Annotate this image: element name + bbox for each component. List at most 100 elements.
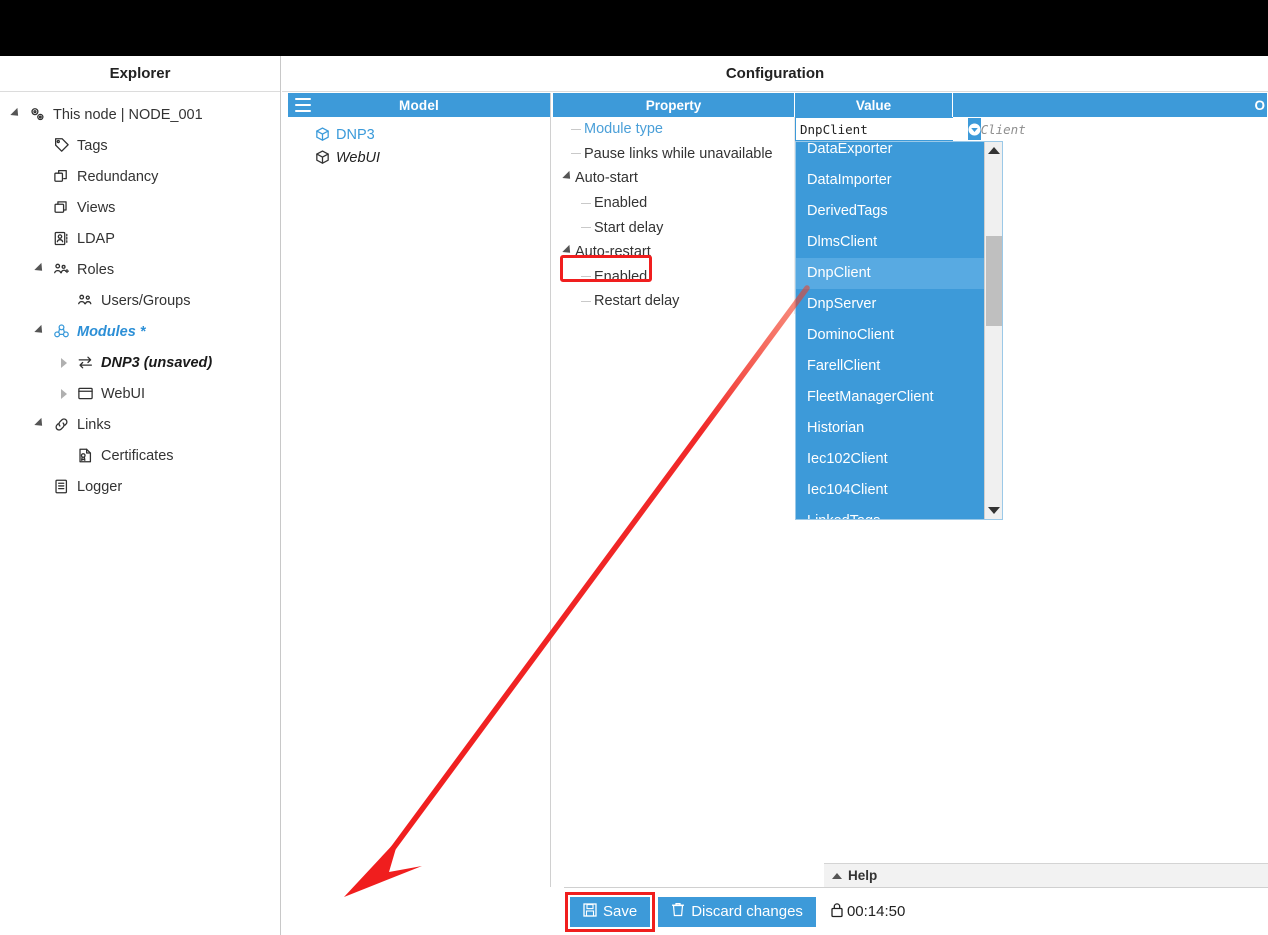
property-cell[interactable]: Enabled bbox=[553, 264, 795, 290]
explorer-item-ldap[interactable]: LDAP bbox=[0, 223, 280, 254]
dropdown-option-linkedtags[interactable]: LinkedTags bbox=[796, 506, 984, 519]
dropdown-option-dnpserver[interactable]: DnpServer bbox=[796, 289, 984, 320]
collapse-twisty-icon[interactable] bbox=[561, 173, 575, 183]
collapse-twisty-icon[interactable] bbox=[32, 265, 48, 275]
explorer-item-tags[interactable]: Tags bbox=[0, 130, 280, 161]
explorer-item-label: This node | NODE_001 bbox=[53, 106, 203, 123]
configuration-title: Configuration bbox=[282, 56, 1268, 92]
dropdown-option-dlmsclient[interactable]: DlmsClient bbox=[796, 227, 984, 258]
explorer-item-roles[interactable]: Roles bbox=[0, 254, 280, 285]
module-type-value-editor[interactable] bbox=[795, 117, 981, 141]
explorer-item-label: WebUI bbox=[101, 385, 146, 402]
tree-connector bbox=[571, 153, 581, 155]
expand-twisty-icon[interactable] bbox=[56, 358, 72, 368]
collapse-twisty-icon[interactable] bbox=[32, 327, 48, 337]
configuration-panes: Model DNP3 WebUI Property Value O Module … bbox=[282, 93, 1268, 887]
explorer-item-label: Redundancy bbox=[77, 168, 159, 185]
lock-timer-value: 00:14:50 bbox=[846, 903, 906, 920]
explorer-item-dnp3-unsaved[interactable]: DNP3 (unsaved) bbox=[0, 347, 280, 378]
model-item-webui[interactable]: WebUI bbox=[288, 146, 550, 169]
save-disk-icon bbox=[583, 902, 597, 921]
chevron-down-icon[interactable] bbox=[968, 118, 981, 140]
explorer-item-modules[interactable]: Modules * bbox=[0, 316, 280, 347]
dropdown-option-dnpclient[interactable]: DnpClient bbox=[796, 258, 984, 289]
property-label: Start delay bbox=[594, 219, 664, 236]
gears-icon bbox=[24, 106, 50, 123]
model-pane: Model DNP3 WebUI bbox=[288, 93, 551, 887]
scrollbar-thumb[interactable] bbox=[986, 236, 1002, 326]
explorer-item-label: Modules * bbox=[77, 323, 146, 340]
model-item-dnp3[interactable]: DNP3 bbox=[288, 123, 550, 146]
explorer-item-this-node-node-001[interactable]: This node | NODE_001 bbox=[0, 99, 280, 130]
dropdown-option-fleetmanagerclient[interactable]: FleetManagerClient bbox=[796, 382, 984, 413]
dropdown-option-farellclient[interactable]: FarellClient bbox=[796, 351, 984, 382]
property-cell[interactable]: Enabled bbox=[553, 190, 795, 216]
collapse-twisty-icon[interactable] bbox=[32, 420, 48, 430]
model-header: Model bbox=[288, 93, 550, 117]
property-grid-pane: Property Value O Module type DnpClient Pau… bbox=[553, 93, 1268, 887]
model-header-label: Model bbox=[399, 97, 439, 113]
users-icon bbox=[72, 292, 98, 309]
module-type-input[interactable] bbox=[796, 118, 968, 140]
dropdown-options[interactable]: DataExporter DataImporter DerivedTags DlmsC… bbox=[796, 142, 984, 519]
dropdown-option-historian[interactable]: Historian bbox=[796, 413, 984, 444]
collapse-twisty-icon[interactable] bbox=[8, 110, 24, 120]
dropdown-option-derivedtags[interactable]: DerivedTags bbox=[796, 196, 984, 227]
discard-changes-button[interactable]: Discard changes bbox=[658, 896, 816, 927]
dropdown-option-iec102client[interactable]: Iec102Client bbox=[796, 444, 984, 475]
expand-twisty-icon[interactable] bbox=[56, 389, 72, 399]
logger-icon bbox=[48, 478, 74, 495]
explorer-item-certificates[interactable]: Certificates bbox=[0, 440, 280, 471]
dropdown-option-dataexporter[interactable]: DataExporter bbox=[796, 142, 984, 165]
module-cube-icon bbox=[314, 149, 336, 166]
model-list: DNP3 WebUI bbox=[288, 117, 550, 169]
caret-up-icon bbox=[832, 872, 842, 879]
explorer-item-label: Users/Groups bbox=[101, 292, 191, 309]
tree-connector bbox=[581, 227, 591, 229]
tag-icon bbox=[48, 137, 74, 154]
tree-connector bbox=[581, 300, 591, 302]
hamburger-icon[interactable] bbox=[295, 98, 311, 112]
explorer-item-label: Links bbox=[77, 416, 111, 433]
explorer-tree: This node | NODE_001 Tags Redundancy Views L… bbox=[0, 92, 280, 502]
column-header-property[interactable]: Property bbox=[553, 93, 795, 117]
dropdown-option-iec104client[interactable]: Iec104Client bbox=[796, 475, 984, 506]
collapse-twisty-icon[interactable] bbox=[561, 247, 575, 257]
explorer-item-label: Certificates bbox=[101, 447, 174, 464]
ldap-icon bbox=[48, 230, 74, 247]
property-cell[interactable]: Auto-start bbox=[553, 166, 795, 191]
property-cell[interactable]: Pause links while unavailable bbox=[553, 141, 795, 167]
column-header-value[interactable]: Value bbox=[795, 93, 953, 117]
dropdown-scrollbar[interactable] bbox=[984, 142, 1002, 519]
column-header-other[interactable]: O bbox=[953, 93, 1268, 117]
help-bar[interactable]: Help bbox=[824, 863, 1268, 887]
explorer-item-webui[interactable]: WebUI bbox=[0, 378, 280, 409]
dropdown-option-dataimporter[interactable]: DataImporter bbox=[796, 165, 984, 196]
top-black-bar bbox=[0, 0, 1268, 56]
caret-up-icon[interactable] bbox=[985, 142, 1002, 159]
trash-icon bbox=[671, 902, 685, 921]
explorer-title: Explorer bbox=[0, 56, 280, 92]
explorer-item-redundancy[interactable]: Redundancy bbox=[0, 161, 280, 192]
explorer-item-views[interactable]: Views bbox=[0, 192, 280, 223]
explorer-item-users-groups[interactable]: Users/Groups bbox=[0, 285, 280, 316]
exchange-icon bbox=[72, 354, 98, 371]
explorer-item-logger[interactable]: Logger bbox=[0, 471, 280, 502]
explorer-item-links[interactable]: Links bbox=[0, 409, 280, 440]
property-label: Module type bbox=[584, 121, 663, 138]
module-type-dropdown-list[interactable]: DataExporter DataImporter DerivedTags DlmsC… bbox=[795, 141, 1003, 520]
property-cell[interactable]: Start delay bbox=[553, 215, 795, 240]
other-cell: DnpClient bbox=[953, 117, 1268, 142]
certificate-icon bbox=[72, 447, 98, 464]
save-button[interactable]: Save bbox=[564, 891, 656, 932]
explorer-panel: Explorer This node | NODE_001 Tags Redunda… bbox=[0, 56, 281, 935]
property-cell[interactable]: Auto-restart bbox=[553, 239, 795, 265]
caret-down-icon[interactable] bbox=[985, 502, 1002, 519]
app-root: Explorer This node | NODE_001 Tags Redunda… bbox=[0, 0, 1268, 935]
lock-timer: 00:14:50 bbox=[830, 902, 905, 922]
property-cell[interactable]: Module type bbox=[553, 117, 795, 142]
property-label: Pause links while unavailable bbox=[584, 145, 773, 162]
dropdown-option-dominoclient[interactable]: DominoClient bbox=[796, 320, 984, 351]
explorer-item-label: Tags bbox=[77, 137, 108, 154]
property-cell[interactable]: Restart delay bbox=[553, 289, 795, 314]
